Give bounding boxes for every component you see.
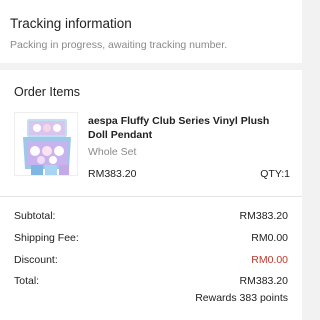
discount-value: RM0.00 xyxy=(251,254,288,266)
shipping-label: Shipping Fee: xyxy=(14,232,79,244)
order-items-title: Order Items xyxy=(14,85,80,99)
subtotal-row: Subtotal: RM383.20 xyxy=(14,210,288,224)
tracking-card[interactable]: Tracking information Packing in progress… xyxy=(0,0,302,63)
tracking-title: Tracking information xyxy=(10,16,132,31)
shipping-row: Shipping Fee: RM0.00 xyxy=(14,232,288,246)
order-item[interactable]: aespa Fluffy Club Series Vinyl Plush Dol… xyxy=(14,112,290,182)
order-card: Order Items aespa Fluffy Club Series Vin… xyxy=(0,70,302,320)
product-price: RM383.20 xyxy=(88,168,137,180)
product-variant: Whole Set xyxy=(88,146,137,158)
rewards-points: Rewards 383 points xyxy=(195,292,288,304)
product-box-icon xyxy=(15,113,77,175)
tracking-status: Packing in progress, awaiting tracking n… xyxy=(10,39,228,51)
total-value: RM383.20 xyxy=(239,275,288,287)
product-image xyxy=(14,112,78,176)
discount-label: Discount: xyxy=(14,254,58,266)
total-label: Total: xyxy=(14,275,40,287)
shipping-value: RM0.00 xyxy=(251,232,288,244)
discount-row: Discount: RM0.00 xyxy=(14,254,288,268)
product-quantity: QTY:1 xyxy=(260,168,290,180)
total-row: Total: RM383.20 xyxy=(14,275,288,289)
product-name[interactable]: aespa Fluffy Club Series Vinyl Plush Dol… xyxy=(88,114,288,142)
subtotal-value: RM383.20 xyxy=(239,210,288,222)
divider xyxy=(0,196,302,197)
subtotal-label: Subtotal: xyxy=(14,210,56,222)
